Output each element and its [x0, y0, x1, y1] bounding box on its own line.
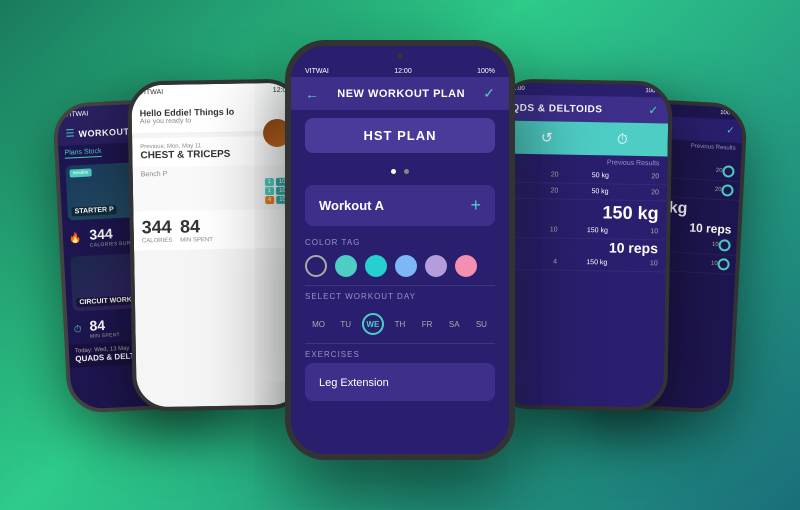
r1-weight1: 50 kg: [558, 172, 608, 180]
notch-area: [291, 46, 509, 66]
hamburger-icon: ☰: [65, 128, 75, 139]
starter-label: STARTER P: [71, 205, 117, 216]
exercises-label: EXERCISES: [291, 344, 509, 363]
color-lavender[interactable]: [425, 255, 447, 277]
bench-rows: 1 100 1 100 4 100: [141, 178, 292, 207]
r2-circle-4[interactable]: [717, 258, 730, 271]
day-th[interactable]: TH: [389, 313, 411, 335]
clock-icon: ⏱: [74, 324, 82, 335]
bench-row-3: 4 100: [141, 196, 292, 207]
second-time-label: Min Spent: [180, 237, 213, 244]
bench-info: Bench P 1 100 1 100 4 100: [133, 165, 301, 212]
right1-title: QDS & DELTOIDS: [511, 102, 602, 115]
r1-reps4: 10: [607, 259, 657, 267]
big-weight-1: 150 kg: [499, 199, 666, 225]
second-carrier: VITWAI: [139, 89, 163, 96]
right1-check-icon: ✓: [648, 103, 658, 117]
plan-name-bar[interactable]: HST PLAN: [305, 118, 495, 153]
flame-icon: 🔥: [69, 233, 82, 245]
second-phone: VITWAI 12:00 Hello Eddie! Things lo Are …: [127, 78, 308, 411]
time-value: 84: [89, 316, 120, 334]
second-phone-screen: VITWAI 12:00 Hello Eddie! Things lo Are …: [131, 83, 304, 408]
check-button[interactable]: ✓: [483, 85, 495, 102]
camera: [397, 53, 403, 59]
r1-reps3: 10: [608, 227, 658, 235]
color-cyan[interactable]: [365, 255, 387, 277]
r2-circle-1[interactable]: [722, 165, 735, 178]
back-button[interactable]: ←: [305, 86, 319, 102]
dot-2: [404, 169, 409, 174]
right2-check-icon: ✓: [726, 125, 735, 136]
day-tu[interactable]: TU: [335, 313, 357, 335]
day-we[interactable]: WE: [362, 313, 384, 335]
refresh-icon[interactable]: ↺: [541, 129, 553, 146]
second-header: Hello Eddie! Things lo Are you ready to: [131, 98, 299, 135]
right1-screen: 12:00 100% QDS & DELTOIDS ✓ ↺ ⏱ Previous…: [496, 83, 669, 408]
nav-title: NEW WORKOUT PLAN: [337, 88, 465, 100]
color-tag-label: COLOR TAG: [291, 232, 509, 251]
pagination-dots: [291, 161, 509, 179]
add-workout-button[interactable]: +: [470, 195, 481, 216]
bench-badge-5: 4: [265, 196, 274, 204]
day-row: MO TU WE TH FR SA SU: [291, 305, 509, 343]
exercise-name: Leg Extension: [319, 377, 389, 389]
time-label: MIN SPENT: [90, 332, 120, 340]
center-status-bar: VITWAI 12:00 100%: [291, 66, 509, 77]
exercise-item[interactable]: Leg Extension: [305, 363, 495, 401]
center-time: 12:00: [394, 68, 412, 75]
right1-battery: 100%: [645, 88, 660, 94]
r1-set1: 20: [508, 171, 558, 179]
color-green[interactable]: [335, 255, 357, 277]
center-carrier: VITWAI: [305, 68, 329, 75]
action-row: ↺ ⏱: [501, 121, 669, 157]
select-day-label: SELECT WORKOUT DAY: [291, 286, 509, 305]
plans-stock-tab[interactable]: Plans Stock: [64, 148, 101, 159]
day-su[interactable]: SU: [470, 313, 492, 335]
r1-reps2: 20: [609, 188, 659, 196]
r1-weight3: 150 kg: [558, 227, 608, 235]
bench-badge-1: 1: [264, 178, 273, 186]
day-fr[interactable]: FR: [416, 313, 438, 335]
right2-battery: 100%: [720, 110, 736, 117]
right-phone-1: 12:00 100% QDS & DELTOIDS ✓ ↺ ⏱ Previous…: [492, 78, 673, 411]
r1-weight2: 50 kg: [558, 188, 608, 196]
r2-circle-2[interactable]: [721, 184, 734, 197]
nav-bar: ← NEW WORKOUT PLAN ✓: [291, 77, 509, 110]
r1-set2: 20: [508, 187, 558, 195]
color-pink[interactable]: [455, 255, 477, 277]
r1-weight4: 150 kg: [557, 259, 607, 267]
second-calories-label: Calories: [142, 238, 172, 245]
day-sa[interactable]: SA: [443, 313, 465, 335]
bench-badge-3: 1: [265, 187, 274, 195]
workout-a-label: Workout A: [319, 198, 384, 213]
color-blue[interactable]: [395, 255, 417, 277]
dot-1: [391, 169, 396, 174]
second-calories: 344: [142, 217, 173, 239]
left-carrier: VITWAI: [64, 111, 88, 119]
second-stats: 344 Calories 84 Min Spent: [133, 209, 301, 251]
second-time: 84: [180, 216, 213, 238]
right1-row-4: 4 150 kg 10: [499, 254, 666, 273]
center-battery: 100%: [477, 68, 495, 75]
right1-header: QDS & DELTOIDS ✓: [501, 95, 668, 124]
center-phone: VITWAI 12:00 100% ← NEW WORKOUT PLAN ✓ H…: [285, 40, 515, 460]
bench-label: Bench P: [141, 169, 292, 179]
day-mo[interactable]: MO: [308, 313, 330, 335]
color-empty[interactable]: [305, 255, 327, 277]
r1-reps1: 20: [609, 172, 659, 180]
r2-circle-3[interactable]: [718, 239, 731, 252]
timer-icon[interactable]: ⏱: [617, 131, 628, 148]
color-row: [291, 251, 509, 285]
starter-badge: newbie: [69, 168, 91, 177]
prev-workout-title: CHEST & TRICEPS: [140, 148, 291, 162]
workout-row: Workout A +: [305, 185, 495, 226]
